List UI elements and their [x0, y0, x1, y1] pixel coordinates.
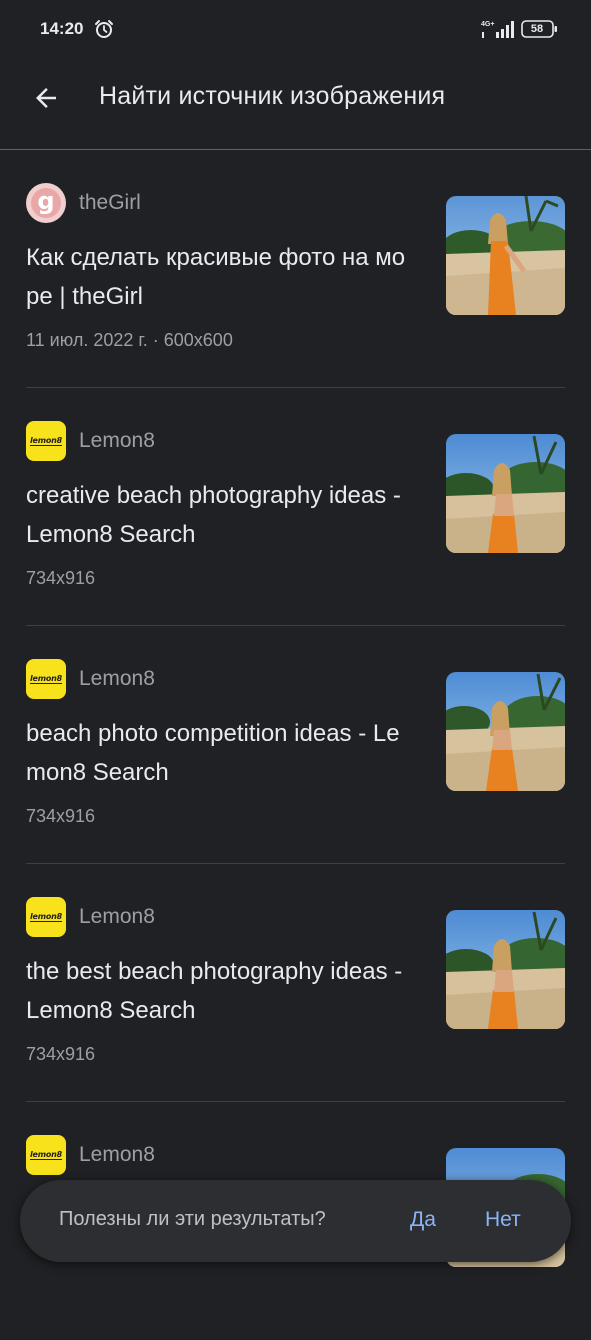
- feedback-bar: Полезны ли эти результаты? Да Нет: [20, 1180, 571, 1262]
- result-item[interactable]: lemon8 Lemon8 beach photo competition id…: [26, 626, 565, 864]
- alarm-icon: [95, 20, 113, 38]
- source-name: Lemon8: [79, 905, 155, 928]
- feedback-no-button[interactable]: Нет: [485, 1208, 521, 1232]
- lemon8-logo-text: lemon8: [29, 436, 63, 446]
- result-source: lemon8 Lemon8: [26, 421, 155, 461]
- result-source: g theGirl: [26, 183, 141, 223]
- result-thumbnail[interactable]: [446, 910, 565, 1029]
- network-label: 4G+: [481, 21, 494, 28]
- app-header: Найти источник изображения: [0, 60, 591, 150]
- result-meta: 734x916: [26, 568, 96, 588]
- lemon8-logo-text: lemon8: [29, 1150, 63, 1160]
- status-bar: 14:20 4G+ 58: [0, 0, 591, 60]
- lemon8-logo-text: lemon8: [29, 912, 63, 922]
- lemon8-logo-icon: lemon8: [26, 1135, 66, 1175]
- lemon8-logo-icon: lemon8: [26, 897, 66, 937]
- lemon8-logo-icon: lemon8: [26, 659, 66, 699]
- result-title[interactable]: creative beach photography ideas - Lemon…: [26, 476, 418, 554]
- result-meta: 734x916: [26, 806, 96, 826]
- result-title[interactable]: the best beach photography ideas - Lemon…: [26, 952, 418, 1030]
- source-name: theGirl: [79, 191, 141, 214]
- result-thumbnail[interactable]: [446, 672, 565, 791]
- result-item[interactable]: g theGirl Как сделать красивые фото на м…: [26, 150, 565, 388]
- source-name: Lemon8: [79, 667, 155, 690]
- result-meta: 734x916: [26, 1044, 96, 1064]
- result-thumbnail[interactable]: [446, 434, 565, 553]
- status-time: 14:20: [40, 19, 84, 38]
- feedback-question: Полезны ли эти результаты?: [59, 1208, 326, 1230]
- lemon8-logo-icon: lemon8: [26, 421, 66, 461]
- lemon8-logo-text: lemon8: [29, 674, 63, 684]
- back-button[interactable]: [26, 78, 66, 118]
- result-thumbnail[interactable]: [446, 196, 565, 315]
- result-item[interactable]: lemon8 Lemon8 the best beach photography…: [26, 864, 565, 1102]
- source-name: Lemon8: [79, 1143, 155, 1166]
- feedback-yes-button[interactable]: Да: [410, 1208, 436, 1232]
- battery-level: 58: [530, 23, 544, 35]
- result-meta: 11 июл. 2022 г. · 600x600: [26, 330, 233, 350]
- source-name: Lemon8: [79, 429, 155, 452]
- page-title: Найти источник изображения: [99, 82, 446, 110]
- result-source: lemon8 Lemon8: [26, 659, 155, 699]
- result-item[interactable]: lemon8 Lemon8 creative beach photography…: [26, 388, 565, 626]
- result-title[interactable]: Как сделать красивые фото на море | theG…: [26, 238, 418, 316]
- signal-icon: 4G+: [481, 21, 514, 38]
- thegirl-logo-letter: g: [31, 188, 61, 218]
- result-source: lemon8 Lemon8: [26, 1135, 155, 1175]
- arrow-back-icon: [36, 88, 56, 108]
- result-source: lemon8 Lemon8: [26, 897, 155, 937]
- result-title[interactable]: beach photo competition ideas - Lemon8 S…: [26, 714, 418, 792]
- thegirl-logo-icon: g: [26, 183, 66, 223]
